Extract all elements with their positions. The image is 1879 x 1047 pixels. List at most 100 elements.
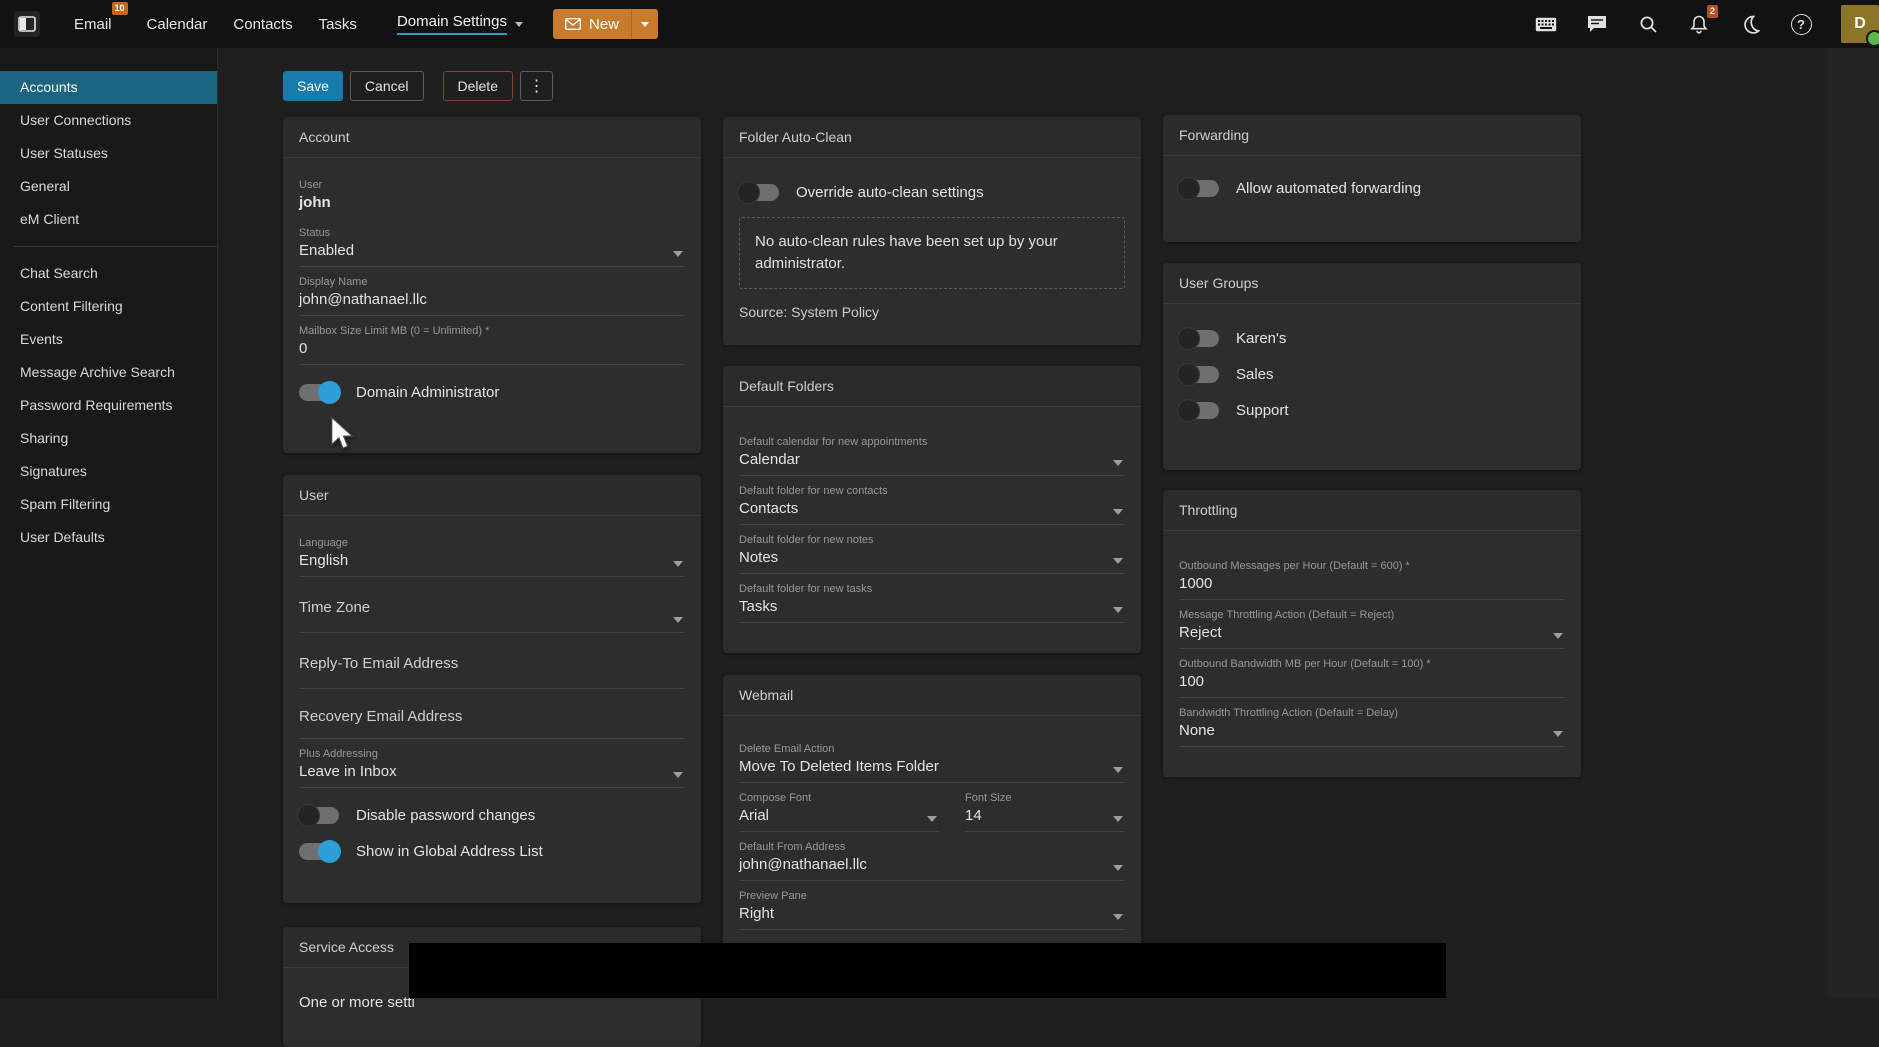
- chat-icon[interactable]: [1586, 13, 1608, 35]
- chevron-down-icon[interactable]: [1113, 767, 1123, 773]
- avatar[interactable]: D: [1841, 5, 1879, 43]
- nav-calendar[interactable]: Calendar: [147, 16, 208, 33]
- sidebar-item-message-archive-search[interactable]: Message Archive Search: [0, 356, 217, 389]
- timezone-select[interactable]: Time Zone: [299, 577, 685, 633]
- more-actions-button[interactable]: ⋮: [520, 71, 553, 101]
- group-support-toggle[interactable]: [1179, 402, 1219, 419]
- chevron-down-icon[interactable]: [673, 251, 683, 257]
- sidebar-item-sharing[interactable]: Sharing: [0, 422, 217, 455]
- group-sales-toggle[interactable]: [1179, 366, 1219, 383]
- save-button[interactable]: Save: [283, 71, 343, 101]
- chevron-down-icon[interactable]: [673, 617, 683, 623]
- chevron-down-icon[interactable]: [1113, 607, 1123, 613]
- default-contacts-select[interactable]: Default folder for new contacts Contacts: [739, 476, 1125, 525]
- default-notes-select[interactable]: Default folder for new notes Notes: [739, 525, 1125, 574]
- language-select[interactable]: Language English: [299, 528, 685, 577]
- cancel-button[interactable]: Cancel: [350, 71, 424, 101]
- search-icon[interactable]: [1637, 13, 1659, 35]
- recovery-email-input[interactable]: Recovery Email Address: [299, 689, 685, 739]
- new-split-button[interactable]: New: [553, 9, 658, 39]
- default-tasks-value[interactable]: Tasks: [739, 598, 1125, 615]
- plus-addressing-select[interactable]: Plus Addressing Leave in Inbox: [299, 739, 685, 788]
- message-throttling-action-value[interactable]: Reject: [1179, 624, 1565, 641]
- global-address-list-row: Show in Global Address List: [299, 843, 685, 860]
- chevron-down-icon[interactable]: [673, 561, 683, 567]
- default-tasks-select[interactable]: Default folder for new tasks Tasks: [739, 574, 1125, 623]
- sidebar-item-content-filtering[interactable]: Content Filtering: [0, 290, 217, 323]
- domain-admin-toggle[interactable]: [299, 384, 339, 401]
- chevron-down-icon[interactable]: [1553, 731, 1563, 737]
- delete-email-action-select[interactable]: Delete Email Action Move To Deleted Item…: [739, 734, 1125, 783]
- plus-addressing-value[interactable]: Leave in Inbox: [299, 763, 685, 780]
- notifications-bell-icon[interactable]: 2: [1688, 13, 1710, 35]
- sidebar-item-user-statuses[interactable]: User Statuses: [0, 137, 217, 170]
- new-button[interactable]: New: [553, 16, 631, 33]
- keyboard-shortcuts-icon[interactable]: [1535, 13, 1557, 35]
- nav-email[interactable]: Email 10: [74, 16, 112, 33]
- default-from-select[interactable]: Default From Address john@nathanael.llc: [739, 832, 1125, 881]
- outbound-messages-input[interactable]: Outbound Messages per Hour (Default = 60…: [1179, 551, 1565, 600]
- sidebar-item-events[interactable]: Events: [0, 323, 217, 356]
- default-calendar-select[interactable]: Default calendar for new appointments Ca…: [739, 427, 1125, 476]
- mailbox-size-input[interactable]: Mailbox Size Limit MB (0 = Unlimited) * …: [299, 316, 685, 365]
- sidebar-item-accounts[interactable]: Accounts: [0, 71, 217, 104]
- sidebar-item-general[interactable]: General: [0, 170, 217, 203]
- sidebar-item-chat-search[interactable]: Chat Search: [0, 257, 217, 290]
- language-value[interactable]: English: [299, 552, 685, 569]
- chevron-down-icon[interactable]: [1113, 509, 1123, 515]
- group-karens-toggle[interactable]: [1179, 330, 1219, 347]
- default-notes-value[interactable]: Notes: [739, 549, 1125, 566]
- dark-mode-moon-icon[interactable]: [1739, 13, 1761, 35]
- default-contacts-value[interactable]: Contacts: [739, 500, 1125, 517]
- chevron-down-icon[interactable]: [1113, 865, 1123, 871]
- preview-pane-value[interactable]: Right: [739, 905, 1125, 922]
- font-size-value[interactable]: 14: [965, 807, 1125, 824]
- sidebar-item-signatures[interactable]: Signatures: [0, 455, 217, 488]
- font-size-select[interactable]: Font Size 14: [965, 783, 1125, 832]
- allow-forwarding-toggle[interactable]: [1179, 180, 1219, 197]
- chevron-down-icon[interactable]: [1113, 816, 1123, 822]
- sidebar-toggle-icon[interactable]: [14, 11, 40, 37]
- chevron-down-icon[interactable]: [1113, 914, 1123, 920]
- sidebar-item-em-client[interactable]: eM Client: [0, 203, 217, 236]
- outbound-bandwidth-value[interactable]: 100: [1179, 673, 1565, 690]
- nav-domain-settings[interactable]: Domain Settings: [397, 13, 523, 35]
- outbound-messages-value[interactable]: 1000: [1179, 575, 1565, 592]
- allow-forwarding-row: Allow automated forwarding: [1179, 180, 1565, 197]
- display-name-value[interactable]: john@nathanael.llc: [299, 291, 685, 308]
- nav-tasks[interactable]: Tasks: [319, 16, 357, 33]
- global-address-list-toggle[interactable]: [299, 843, 339, 860]
- new-dropdown-button[interactable]: [632, 22, 658, 27]
- message-throttling-action-select[interactable]: Message Throttling Action (Default = Rej…: [1179, 600, 1565, 649]
- status-value[interactable]: Enabled: [299, 242, 685, 259]
- sidebar-item-spam-filtering[interactable]: Spam Filtering: [0, 488, 217, 521]
- delete-button[interactable]: Delete: [443, 71, 513, 101]
- mailbox-size-value[interactable]: 0: [299, 340, 685, 357]
- replyto-input[interactable]: Reply-To Email Address: [299, 633, 685, 689]
- chevron-down-icon[interactable]: [673, 772, 683, 778]
- bandwidth-throttling-action-select[interactable]: Bandwidth Throttling Action (Default = D…: [1179, 698, 1565, 747]
- default-from-value[interactable]: john@nathanael.llc: [739, 856, 1125, 873]
- display-name-input[interactable]: Display Name john@nathanael.llc: [299, 267, 685, 316]
- sidebar-item-user-connections[interactable]: User Connections: [0, 104, 217, 137]
- sidebar-item-user-defaults[interactable]: User Defaults: [0, 521, 217, 554]
- default-calendar-value[interactable]: Calendar: [739, 451, 1125, 468]
- nav-domain-settings-label: Domain Settings: [397, 13, 507, 35]
- chevron-down-icon[interactable]: [927, 816, 937, 822]
- override-autoclean-toggle[interactable]: [739, 184, 779, 201]
- outbound-bandwidth-input[interactable]: Outbound Bandwidth MB per Hour (Default …: [1179, 649, 1565, 698]
- chevron-down-icon[interactable]: [1113, 558, 1123, 564]
- nav-contacts[interactable]: Contacts: [233, 16, 292, 33]
- bandwidth-throttling-action-value[interactable]: None: [1179, 722, 1565, 739]
- delete-email-action-value[interactable]: Move To Deleted Items Folder: [739, 758, 1125, 775]
- sidebar-item-password-requirements[interactable]: Password Requirements: [0, 389, 217, 422]
- chevron-down-icon[interactable]: [1553, 633, 1563, 639]
- disable-password-toggle[interactable]: [299, 807, 339, 824]
- status-select[interactable]: Status Enabled: [299, 218, 685, 267]
- help-icon[interactable]: ?: [1790, 13, 1812, 35]
- preview-pane-select[interactable]: Preview Pane Right: [739, 881, 1125, 930]
- compose-font-select[interactable]: Compose Font Arial: [739, 783, 939, 832]
- compose-font-value[interactable]: Arial: [739, 807, 939, 824]
- scrollbar-track[interactable]: [1825, 48, 1879, 998]
- chevron-down-icon[interactable]: [1113, 460, 1123, 466]
